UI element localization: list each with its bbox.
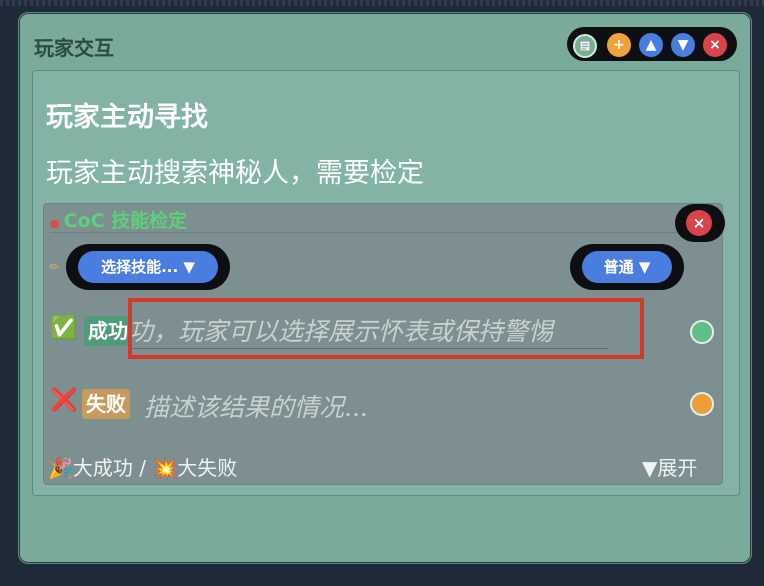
delete-button[interactable]: × [703, 33, 727, 57]
success-status-dot[interactable] [690, 320, 714, 344]
difficulty-select-wrapper: 普通 ▼ [570, 244, 684, 290]
critical-results-label[interactable]: 🎉大成功 / 💥大失败 [48, 452, 237, 481]
fail-result-input[interactable]: 描述该结果的情况... [144, 388, 368, 424]
card-toolbar: + ▲ ▼ × [567, 27, 737, 61]
note-icon[interactable] [573, 34, 597, 58]
skill-select-wrapper: 选择技能... ▼ [66, 244, 230, 290]
interaction-heading: 玩家主动寻找 [46, 102, 208, 133]
success-check-icon: ✅ [50, 316, 78, 341]
expand-toggle[interactable]: ▼展开 [642, 452, 697, 481]
check-close-button[interactable]: × [686, 210, 712, 236]
skill-select[interactable]: 选择技能... ▼ [78, 251, 218, 283]
player-interaction-card: 玩家交互 + ▲ ▼ × 玩家主动寻找 玩家主动搜索神秘人，需要检定 ● CoC … [18, 12, 752, 564]
interaction-description: 玩家主动搜索神秘人，需要检定 [46, 158, 424, 189]
fail-badge: 失败 [82, 389, 130, 419]
header-divider [50, 232, 710, 233]
card-title: 玩家交互 [34, 36, 114, 60]
check-close-wrapper: × [675, 204, 725, 242]
skill-check-header: ● CoC 技能检定 [50, 206, 187, 233]
dice-icon: ● [50, 217, 60, 230]
skill-check-title: CoC 技能检定 [63, 210, 188, 232]
focus-highlight-box [128, 298, 644, 359]
fail-cross-icon: ❌ [50, 388, 78, 413]
difficulty-select[interactable]: 普通 ▼ [582, 251, 672, 283]
move-down-button[interactable]: ▼ [671, 33, 695, 57]
move-up-button[interactable]: ▲ [639, 33, 663, 57]
interaction-panel: 玩家主动寻找 玩家主动搜索神秘人，需要检定 ● CoC 技能检定 × ✏ 选择技能… [32, 70, 740, 496]
pencil-icon: ✏ [49, 260, 60, 274]
top-divider [0, 0, 764, 6]
fail-status-dot[interactable] [690, 392, 714, 416]
add-button[interactable]: + [607, 33, 631, 57]
success-badge: 成功 [84, 316, 132, 346]
